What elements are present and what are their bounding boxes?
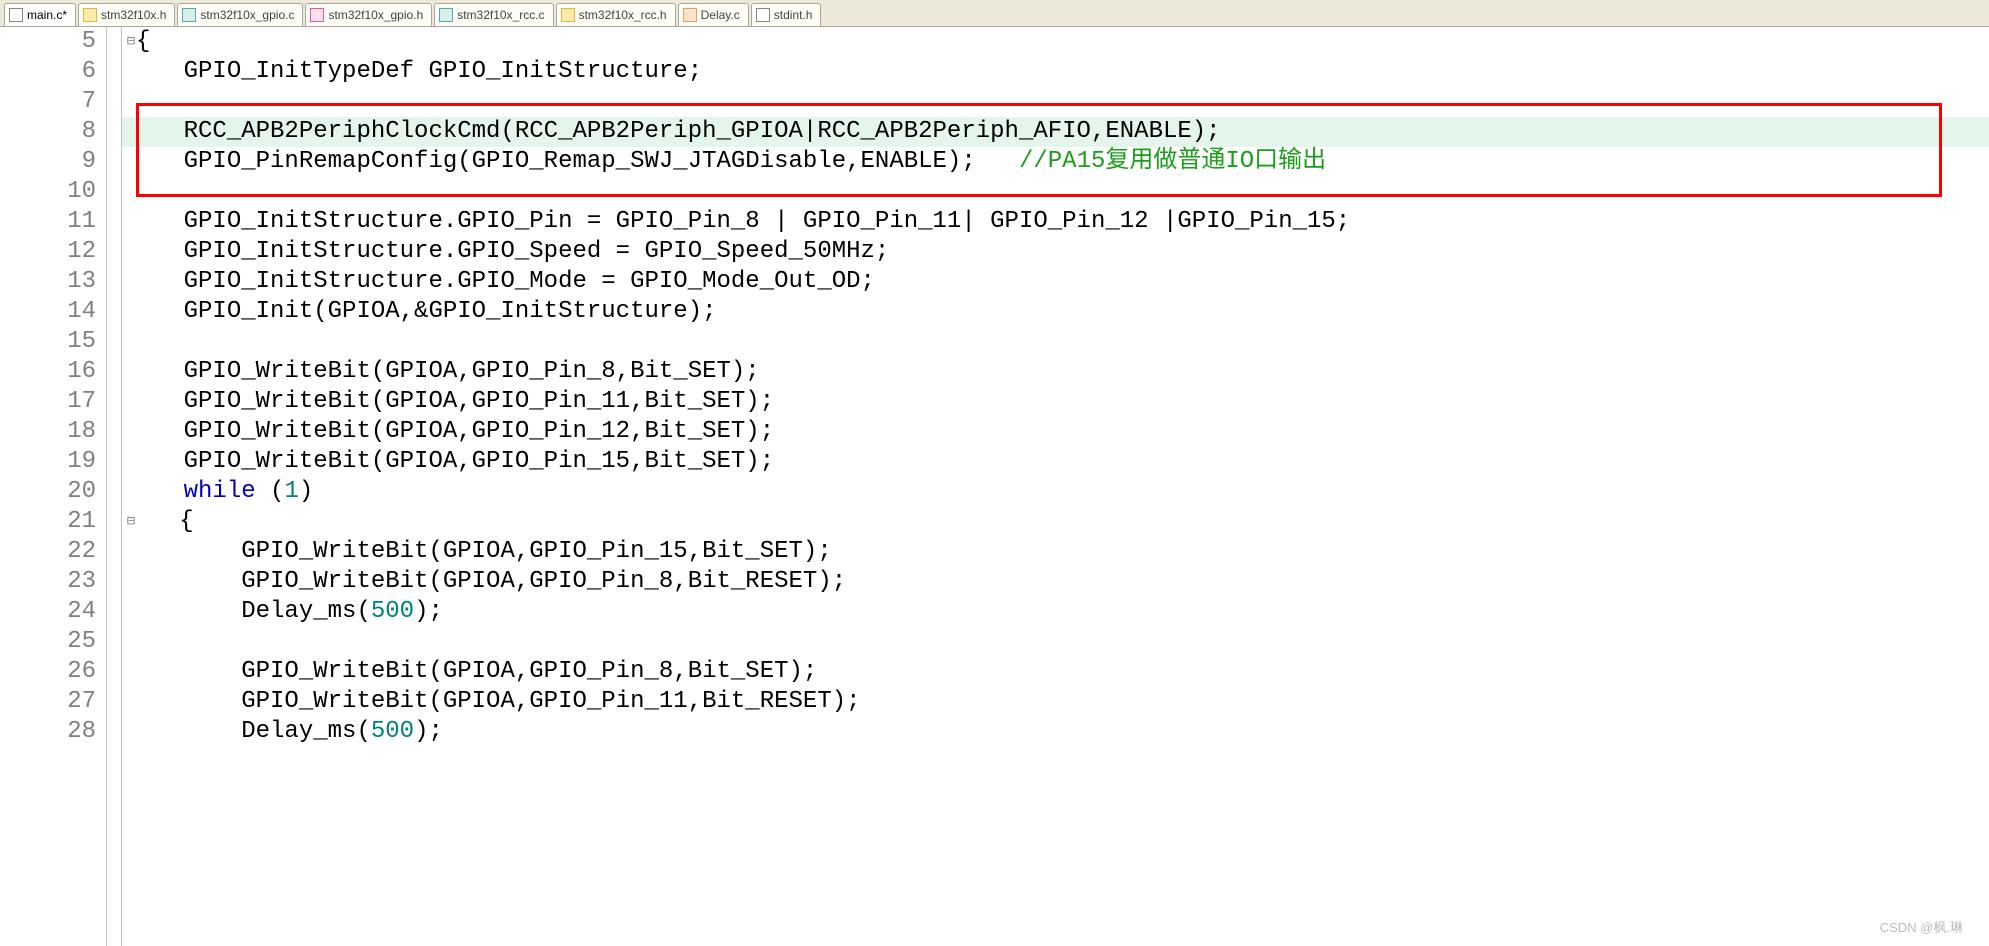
tab-label: main.c*	[27, 4, 67, 26]
code-line: GPIO_WriteBit(GPIOA,GPIO_Pin_11,Bit_SET)…	[122, 387, 1989, 417]
line-number: 19	[0, 447, 96, 477]
file-icon	[439, 8, 453, 22]
tab-stm32f10x-gpio-c[interactable]: stm32f10x_gpio.c	[177, 3, 303, 26]
code-line: GPIO_InitStructure.GPIO_Pin = GPIO_Pin_8…	[122, 207, 1989, 237]
code-line: GPIO_WriteBit(GPIOA,GPIO_Pin_8,Bit_SET);	[122, 357, 1989, 387]
code-line	[122, 627, 1989, 657]
line-gutter: 5 6 7 8 9 10 11 12 13 14 15 16 17 18 19 …	[0, 27, 107, 946]
code-line	[122, 87, 1989, 117]
tab-label: stm32f10x_gpio.c	[200, 4, 294, 26]
tab-label: stm32f10x_rcc.c	[457, 4, 544, 26]
tab-main-c[interactable]: main.c*	[4, 3, 76, 26]
line-number: 14	[0, 297, 96, 327]
line-number: 18	[0, 417, 96, 447]
line-number: 5	[0, 27, 96, 57]
line-number: 26	[0, 657, 96, 687]
code-line: GPIO_Init(GPIOA,&GPIO_InitStructure);	[122, 297, 1989, 327]
code-line: ⊟{	[122, 27, 1989, 57]
fold-icon[interactable]: ⊟	[126, 507, 136, 537]
code-line: GPIO_WriteBit(GPIOA,GPIO_Pin_11,Bit_RESE…	[122, 687, 1989, 717]
file-icon	[9, 8, 23, 22]
line-number: 27	[0, 687, 96, 717]
tab-bar: main.c* stm32f10x.h stm32f10x_gpio.c stm…	[0, 0, 1989, 27]
line-number: 25	[0, 627, 96, 657]
line-number: 22	[0, 537, 96, 567]
code-editor[interactable]: 5 6 7 8 9 10 11 12 13 14 15 16 17 18 19 …	[0, 27, 1989, 946]
tab-stm32f10x-rcc-h[interactable]: stm32f10x_rcc.h	[556, 3, 676, 26]
line-number: 15	[0, 327, 96, 357]
tab-label: stm32f10x_gpio.h	[328, 4, 423, 26]
code-area[interactable]: ⊟{ GPIO_InitTypeDef GPIO_InitStructure; …	[122, 27, 1989, 946]
fold-icon[interactable]: ⊟	[126, 27, 136, 57]
line-number: 8	[0, 117, 96, 147]
code-line: GPIO_WriteBit(GPIOA,GPIO_Pin_8,Bit_RESET…	[122, 567, 1989, 597]
code-line: Delay_ms(500);	[122, 717, 1989, 747]
tab-label: stdint.h	[774, 4, 813, 26]
file-icon	[561, 8, 575, 22]
tab-label: stm32f10x_rcc.h	[579, 4, 667, 26]
line-number: 24	[0, 597, 96, 627]
code-line: GPIO_PinRemapConfig(GPIO_Remap_SWJ_JTAGD…	[122, 147, 1989, 177]
tab-stdint-h[interactable]: stdint.h	[751, 3, 822, 26]
line-number: 20	[0, 477, 96, 507]
code-line: while (1)	[122, 477, 1989, 507]
code-line: GPIO_WriteBit(GPIOA,GPIO_Pin_12,Bit_SET)…	[122, 417, 1989, 447]
file-icon	[683, 8, 697, 22]
tab-label: stm32f10x.h	[101, 4, 166, 26]
code-line: GPIO_WriteBit(GPIOA,GPIO_Pin_8,Bit_SET);	[122, 657, 1989, 687]
line-number: 10	[0, 177, 96, 207]
line-number: 7	[0, 87, 96, 117]
file-icon	[310, 8, 324, 22]
code-line: GPIO_InitStructure.GPIO_Mode = GPIO_Mode…	[122, 267, 1989, 297]
tab-label: Delay.c	[701, 4, 740, 26]
line-number: 13	[0, 267, 96, 297]
code-line: GPIO_WriteBit(GPIOA,GPIO_Pin_15,Bit_SET)…	[122, 537, 1989, 567]
code-line	[122, 177, 1989, 207]
editor-window: main.c* stm32f10x.h stm32f10x_gpio.c stm…	[0, 0, 1989, 946]
code-line: GPIO_InitStructure.GPIO_Speed = GPIO_Spe…	[122, 237, 1989, 267]
code-line	[122, 327, 1989, 357]
line-number: 28	[0, 717, 96, 747]
line-number: 21	[0, 507, 96, 537]
tab-delay-c[interactable]: Delay.c	[678, 3, 749, 26]
line-number: 6	[0, 57, 96, 87]
file-icon	[83, 8, 97, 22]
code-line: ⊟ {	[122, 507, 1989, 537]
tab-stm32f10x-rcc-c[interactable]: stm32f10x_rcc.c	[434, 3, 553, 26]
code-line: GPIO_WriteBit(GPIOA,GPIO_Pin_15,Bit_SET)…	[122, 447, 1989, 477]
tab-stm32f10x-h[interactable]: stm32f10x.h	[78, 3, 175, 26]
line-number: 12	[0, 237, 96, 267]
file-icon	[182, 8, 196, 22]
line-number: 16	[0, 357, 96, 387]
code-line: GPIO_InitTypeDef GPIO_InitStructure;	[122, 57, 1989, 87]
fold-gutter	[107, 27, 122, 946]
file-icon	[756, 8, 770, 22]
code-line: RCC_APB2PeriphClockCmd(RCC_APB2Periph_GP…	[122, 117, 1989, 147]
tab-stm32f10x-gpio-h[interactable]: stm32f10x_gpio.h	[305, 3, 432, 26]
line-number: 17	[0, 387, 96, 417]
line-number: 9	[0, 147, 96, 177]
line-number: 23	[0, 567, 96, 597]
line-number: 11	[0, 207, 96, 237]
code-line: Delay_ms(500);	[122, 597, 1989, 627]
